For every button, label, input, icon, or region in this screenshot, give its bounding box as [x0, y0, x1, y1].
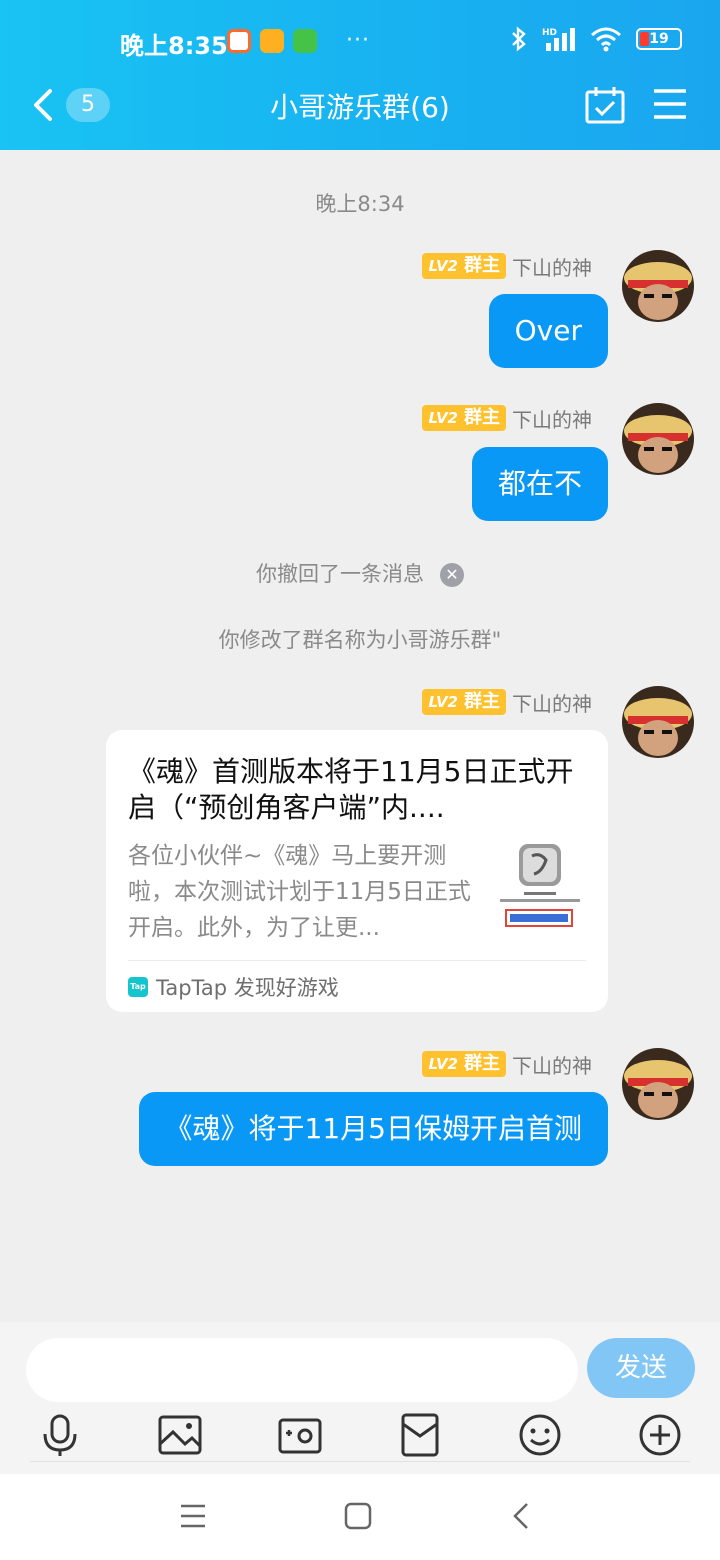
avatar-image	[622, 686, 694, 758]
battery-icon: 19	[636, 28, 682, 50]
role-label: 群主	[464, 1053, 500, 1074]
sender-name[interactable]: 下山的神	[512, 688, 592, 717]
avatar[interactable]	[622, 250, 694, 322]
back-button[interactable]: 5	[30, 82, 130, 128]
bluetooth-icon	[512, 26, 526, 52]
card-divider	[128, 960, 586, 961]
message-bubble[interactable]: 《魂》将于11月5日保姆开启首测	[138, 1092, 608, 1166]
input-toolbar	[0, 1412, 720, 1462]
nav-bar: 5 小哥游乐群(6)	[0, 72, 720, 138]
image-button[interactable]	[157, 1412, 203, 1458]
avatar[interactable]	[622, 403, 694, 475]
role-label: 群主	[464, 255, 500, 276]
camera-icon	[278, 1418, 322, 1454]
red-packet-icon	[401, 1413, 439, 1457]
image-icon	[158, 1415, 202, 1455]
menu-icon	[654, 89, 686, 119]
owner-badge: LV2 群主	[422, 253, 506, 279]
source-label: TapTap 发现好游戏	[156, 976, 339, 1000]
role-label: 群主	[464, 691, 500, 712]
sender-info: LV2 群主 下山的神	[422, 1050, 592, 1078]
download-icon	[293, 28, 317, 53]
owner-badge: LV2 群主	[422, 689, 506, 715]
level-label: LV2	[428, 1055, 458, 1073]
role-label: 群主	[464, 407, 500, 428]
camera-button[interactable]	[277, 1412, 323, 1458]
avatar-image	[622, 1048, 694, 1120]
avatar[interactable]	[622, 1048, 694, 1120]
taptap-logo-icon: Tap	[128, 977, 148, 997]
level-label: LV2	[428, 693, 458, 711]
status-bar: 晚上8:35 ··· HD 19	[0, 22, 720, 62]
card-thumbnail	[494, 842, 586, 938]
chevron-left-icon	[513, 1503, 528, 1529]
input-panel: 发送	[0, 1322, 720, 1474]
shopping-app-icon	[227, 28, 251, 53]
card-description: 各位小伙伴~《魂》马上要开测啦，本次测试计划于11月5日正式开启。此外，为了让更…	[128, 843, 471, 941]
game-thumbnail-image	[494, 842, 586, 938]
sender-name[interactable]: 下山的神	[512, 1050, 592, 1079]
microphone-icon	[43, 1414, 77, 1456]
chat-message-list[interactable]: 晚上8:34 LV2 群主 下山的神 Over LV2 群主 下山的神 都在不 …	[0, 150, 720, 1322]
level-label: LV2	[428, 257, 458, 275]
card-source: Tap TapTap 发现好游戏	[128, 972, 339, 1002]
rename-notice: 你修改了群名称为小哥游乐群"	[218, 628, 502, 652]
system-nav-bar	[0, 1474, 720, 1560]
more-notifications-icon: ···	[346, 28, 370, 53]
home-button[interactable]	[340, 1500, 376, 1532]
owner-badge: LV2 群主	[422, 1051, 506, 1077]
sender-name[interactable]: 下山的神	[512, 404, 592, 433]
svg-text:HD: HD	[542, 28, 557, 38]
plus-icon	[639, 1414, 681, 1456]
toolbar-divider	[30, 1461, 690, 1462]
calendar-button[interactable]	[584, 84, 626, 126]
card-title: 《魂》首测版本将于11月5日正式开启（“预创角客户端”内....	[128, 755, 574, 824]
menu-button[interactable]	[650, 86, 690, 122]
message-bubble[interactable]: 都在不	[471, 447, 608, 521]
chat-header: 晚上8:35 ··· HD 19 5 小哥游乐群(6)	[0, 0, 720, 150]
shared-link-card[interactable]: 《魂》首测版本将于11月5日正式开启（“预创角客户端”内.... 各位小伙伴~《…	[106, 730, 608, 1012]
message-app-icon	[260, 28, 284, 53]
system-back-button[interactable]	[505, 1500, 541, 1532]
sender-info: LV2 群主 下山的神	[422, 404, 592, 432]
recall-text: 你撤回了一条消息	[256, 562, 424, 586]
avatar[interactable]	[622, 686, 694, 758]
avatar-image	[622, 403, 694, 475]
sender-name[interactable]: 下山的神	[512, 252, 592, 281]
close-icon[interactable]: ✕	[440, 563, 464, 587]
recall-notice: 你撤回了一条消息 ✕	[0, 558, 720, 588]
sender-info: LV2 群主 下山的神	[422, 688, 592, 716]
back-icon	[34, 89, 52, 121]
wifi-icon	[591, 27, 621, 52]
level-label: LV2	[428, 409, 458, 427]
owner-badge: LV2 群主	[422, 405, 506, 431]
home-square-icon	[344, 1502, 372, 1530]
avatar-image	[622, 250, 694, 322]
red-packet-button[interactable]	[397, 1412, 443, 1458]
sender-info: LV2 群主 下山的神	[422, 252, 592, 280]
send-button[interactable]: 发送	[587, 1338, 695, 1398]
notification-icons: ···	[227, 28, 370, 53]
message-input[interactable]	[26, 1338, 578, 1402]
recent-apps-button[interactable]	[175, 1500, 211, 1532]
message-bubble[interactable]: Over	[488, 294, 608, 368]
emoji-button[interactable]	[517, 1412, 563, 1458]
voice-button[interactable]	[37, 1412, 83, 1458]
battery-level: 19	[649, 31, 669, 47]
more-button[interactable]	[637, 1412, 683, 1458]
status-time: 晚上8:35	[120, 32, 228, 60]
calendar-check-icon	[585, 87, 625, 124]
signal-icon: HD	[542, 28, 575, 51]
recents-menu-icon	[181, 1504, 205, 1528]
system-status-icons: HD 19	[510, 26, 682, 52]
message-timestamp: 晚上8:34	[315, 192, 405, 216]
emoji-icon	[519, 1414, 561, 1456]
unread-count-badge: 5	[66, 88, 110, 122]
